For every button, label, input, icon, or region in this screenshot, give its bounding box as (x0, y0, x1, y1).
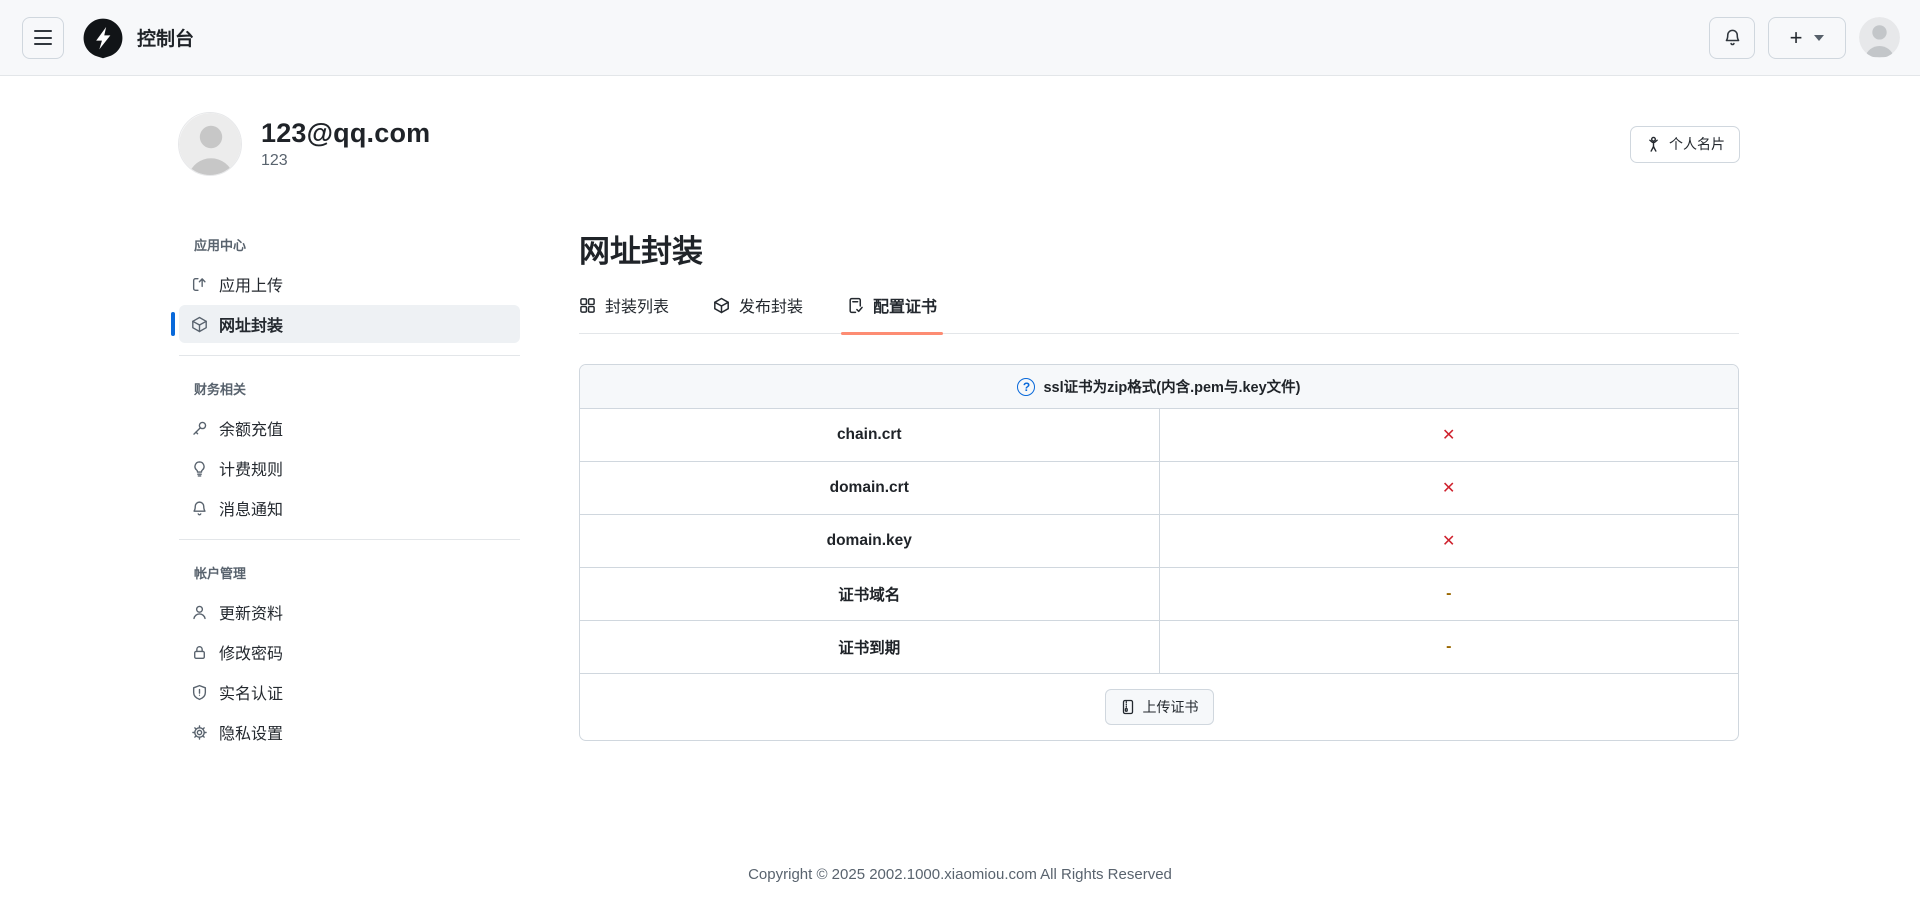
bell-icon (1725, 29, 1739, 46)
sidebar-divider (179, 539, 520, 540)
status-missing-mark: ✕ (1442, 480, 1456, 497)
sidebar-section-title: 帐户管理 (194, 566, 247, 581)
profile-email: 123@qq.com (261, 118, 431, 148)
sidebar-item-label: 消息通知 (219, 502, 284, 519)
status-empty-mark: - (1446, 638, 1452, 655)
tab-configure-certificate[interactable]: 配置证书 (841, 293, 944, 335)
sidebar-item-label: 实名认证 (219, 686, 284, 703)
sidebar-item-label: 修改密码 (219, 646, 284, 663)
tab-publish-package[interactable]: 发布封装 (713, 293, 803, 333)
file-zip-icon (1122, 699, 1133, 715)
tab-label: 配置证书 (873, 299, 938, 316)
cert-file-label: domain.crt (580, 462, 1160, 514)
grid-icon (580, 297, 595, 313)
hamburger-icon (34, 30, 52, 32)
sidebar-divider (179, 355, 520, 356)
tab-label: 封装列表 (605, 299, 670, 316)
upload-icon (192, 277, 206, 291)
page-footer: Copyright © 2025 2002.1000.xiaomiou.com … (0, 866, 1920, 883)
sidebar-section-title: 财务相关 (194, 382, 247, 397)
personal-card-button[interactable]: 个人名片 (1630, 125, 1740, 163)
sidebar-item-label: 应用上传 (219, 278, 284, 295)
question-circle-icon: ? (1017, 377, 1036, 396)
status-missing-mark: ✕ (1442, 427, 1456, 444)
sidebar-item-label: 更新资料 (219, 606, 284, 623)
lock-icon (194, 645, 205, 659)
sidebar-section-title: 应用中心 (194, 238, 247, 253)
profile-bar: 123@qq.com 123 个人名片 (178, 112, 1740, 176)
certificate-notice-row: ? ssl证书为zip格式(内含.pem与.key文件) (580, 365, 1738, 409)
table-footer: 上传证书 (580, 674, 1738, 740)
tab-nav: 封装列表 发布封装 配置证书 (579, 293, 1739, 335)
personal-card-label: 个人名片 (1669, 136, 1725, 152)
lightning-logo-icon (83, 18, 123, 58)
notifications-button[interactable] (1709, 16, 1755, 59)
upload-certificate-button[interactable]: 上传证书 (1104, 689, 1214, 725)
app-header: 控制台 + (0, 0, 1920, 76)
profile-avatar (178, 112, 242, 176)
plus-icon: + (1789, 24, 1803, 50)
profile-username: 123 (261, 152, 288, 169)
table-row: domain.crt ✕ (580, 462, 1738, 515)
package-icon (192, 316, 207, 332)
page-title: 网址封装 (579, 234, 703, 269)
status-empty-mark: - (1446, 585, 1452, 602)
table-row: 证书到期 - (580, 621, 1738, 674)
sidebar-item-balance-recharge[interactable]: 余额充值 (179, 409, 520, 447)
sidebar-item-label: 隐私设置 (219, 726, 284, 743)
certificate-table: ? ssl证书为zip格式(内含.pem与.key文件) chain.crt ✕… (579, 364, 1739, 741)
table-row: domain.key ✕ (580, 515, 1738, 568)
sidebar-item-update-profile[interactable]: 更新资料 (179, 593, 520, 631)
caret-down-icon (1814, 34, 1825, 41)
main-content: 网址封装 封装列表 发布封装 配置证书 ? ssl证书为zip格式(内含.pem… (579, 226, 1739, 741)
key-icon (193, 421, 207, 435)
sidebar-item-url-wrap[interactable]: 网址封装 (171, 305, 520, 343)
person-card-icon (1649, 136, 1658, 152)
cert-file-label: domain.key (580, 515, 1160, 567)
gear-icon (192, 724, 207, 740)
hamburger-menu-button[interactable] (22, 16, 64, 59)
cert-field-label: 证书到期 (580, 621, 1160, 673)
user-avatar-icon (179, 113, 241, 175)
table-row: 证书域名 - (580, 568, 1738, 621)
app-title: 控制台 (137, 29, 195, 50)
bell-icon (193, 500, 206, 515)
sidebar: 应用中心 应用上传 网址封装 财务相关 余额充值 计费规则 消息通知 帐户管理 … (171, 226, 528, 753)
sidebar-item-change-password[interactable]: 修改密码 (179, 633, 520, 671)
cert-field-label: 证书域名 (580, 568, 1160, 620)
sidebar-item-billing-rules[interactable]: 计费规则 (179, 449, 520, 487)
table-row: chain.crt ✕ (580, 409, 1738, 462)
app-logo[interactable]: 控制台 (82, 17, 194, 59)
tab-package-list[interactable]: 封装列表 (579, 293, 669, 333)
lightbulb-icon (194, 460, 205, 477)
person-icon (193, 605, 206, 619)
package-icon (714, 297, 729, 313)
file-check-icon (849, 297, 863, 313)
sidebar-item-privacy-settings[interactable]: 隐私设置 (179, 713, 520, 751)
tab-label: 发布封装 (739, 299, 804, 316)
sidebar-item-notifications[interactable]: 消息通知 (179, 489, 520, 527)
copyright-text: Copyright © 2025 2002.1000.xiaomiou.com … (748, 866, 1172, 883)
shield-icon (192, 684, 207, 700)
sidebar-item-label: 网址封装 (219, 318, 284, 335)
user-avatar-icon (1859, 17, 1900, 58)
sidebar-item-app-upload[interactable]: 应用上传 (179, 265, 520, 303)
header-avatar[interactable] (1859, 17, 1900, 58)
upload-certificate-label: 上传证书 (1142, 699, 1199, 715)
sidebar-item-label: 计费规则 (219, 462, 284, 479)
sidebar-item-label: 余额充值 (219, 422, 284, 439)
status-missing-mark: ✕ (1442, 533, 1456, 550)
create-new-button[interactable]: + (1768, 16, 1846, 59)
cert-file-label: chain.crt (580, 409, 1160, 461)
sidebar-item-realname-verify[interactable]: 实名认证 (179, 673, 520, 711)
certificate-notice: ssl证书为zip格式(内含.pem与.key文件) (1043, 380, 1301, 396)
